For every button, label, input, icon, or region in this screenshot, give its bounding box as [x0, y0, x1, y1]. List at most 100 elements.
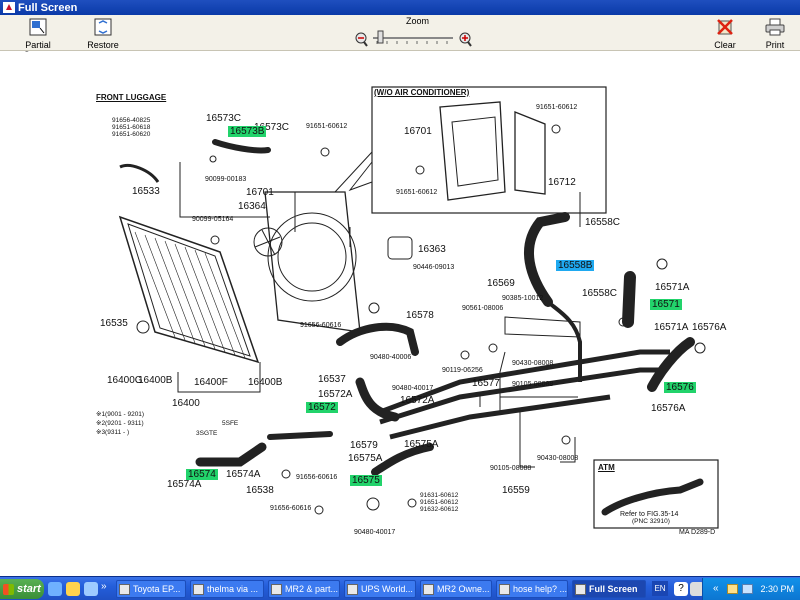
- part-label: 16364: [238, 201, 266, 212]
- partial-screen-icon: [10, 18, 66, 38]
- window-icon: [499, 583, 510, 595]
- part-label: 16400B: [138, 375, 173, 386]
- part-label: 90105-08088: [490, 465, 532, 472]
- part-label: 90099-00183: [205, 176, 247, 183]
- taskbar-item-label: MR2 Owne...: [437, 584, 490, 594]
- part-label: 91651-60612: [536, 104, 578, 111]
- taskbar-item-label: UPS World...: [361, 584, 413, 594]
- part-label: 91656-60616: [300, 322, 342, 329]
- restore-label: Restore: [87, 40, 119, 50]
- part-label: 16712: [548, 177, 576, 188]
- part-label: 16538: [246, 485, 274, 496]
- part-label: 16574A: [226, 469, 261, 480]
- part-label: 91651-60612: [306, 123, 348, 130]
- taskbar-item[interactable]: thelma via ...: [190, 580, 264, 598]
- restore-icon: [86, 18, 120, 38]
- part-label: 90561-08006: [462, 305, 504, 312]
- overflow-chevron-icon[interactable]: »: [101, 581, 107, 592]
- printer-icon: [760, 18, 790, 38]
- windows-logo-icon: [3, 583, 14, 595]
- part-label: 91651-60612: [396, 189, 438, 196]
- zoom-label: Zoom: [406, 16, 430, 26]
- part-label: 16400: [172, 398, 200, 409]
- part-label: 91656-60616: [270, 505, 312, 512]
- taskbar-item-label: hose help? ...: [513, 584, 568, 594]
- print-button[interactable]: Print: [760, 18, 790, 50]
- window-icon: [575, 583, 586, 595]
- zoom-slider[interactable]: [353, 28, 477, 50]
- part-label: 90430-08008: [537, 455, 579, 462]
- folder-icon[interactable]: [66, 582, 80, 596]
- part-label: 16578: [406, 310, 434, 321]
- part-label: 91651-60612: [420, 499, 459, 506]
- taskbar-item[interactable]: Toyota EP...: [116, 580, 186, 598]
- taskbar-item[interactable]: MR2 & part...: [268, 580, 340, 598]
- clear-button[interactable]: Clear: [710, 18, 740, 50]
- highlighted-part-label: 16572: [306, 402, 338, 413]
- atm-heading: ATM: [598, 463, 615, 472]
- pnc-note: (PNC 32910): [632, 518, 670, 525]
- highlighted-part-label: 16576: [664, 382, 696, 393]
- print-label: Print: [765, 40, 785, 50]
- highlighted-part-label: 16558B: [556, 260, 595, 271]
- part-label: 16559: [502, 485, 530, 496]
- tray-app-icon[interactable]: [727, 584, 738, 594]
- part-label: 16572A: [400, 395, 435, 406]
- language-indicator[interactable]: EN: [652, 581, 668, 596]
- part-label: 16569: [487, 278, 515, 289]
- highlighted-part-label: 16571: [650, 299, 682, 310]
- ie-icon[interactable]: [48, 582, 62, 596]
- part-label: 91632-60612: [420, 506, 459, 513]
- part-label: 90480-40017: [392, 385, 434, 392]
- part-label: 16574A: [167, 479, 202, 490]
- part-label: 16533: [132, 186, 160, 197]
- part-label: 91651-60620: [112, 131, 151, 138]
- figure-code: MA D289-D: [679, 529, 716, 536]
- part-label: 16572A: [318, 389, 353, 400]
- desktop-icon[interactable]: [84, 582, 98, 596]
- window-icon: [119, 583, 130, 595]
- footnote-engine: 5SFE: [222, 420, 239, 427]
- part-label: 90480-40006: [370, 354, 412, 361]
- zoom-in-icon: [459, 32, 472, 47]
- part-label: 16558C: [582, 288, 618, 299]
- taskbar-item-active[interactable]: Full Screen: [572, 580, 646, 598]
- taskbar-item[interactable]: hose help? ...: [496, 580, 568, 598]
- part-label: 90446-09013: [413, 264, 455, 271]
- wo-ac-heading: (W/O AIR CONDITIONER): [374, 88, 470, 97]
- part-label: 90099-05164: [192, 216, 234, 223]
- window-title-bar: Full Screen: [0, 0, 800, 15]
- toolbar: Partial Screen Restore Zoom Clear Print: [0, 15, 800, 60]
- taskbar-item[interactable]: MR2 Owne...: [420, 580, 492, 598]
- part-label: 16573C: [206, 113, 242, 124]
- part-label: 16363: [418, 244, 446, 255]
- window-icon: [271, 583, 282, 595]
- zoom-out-icon: [355, 32, 368, 47]
- part-label: 16577: [472, 378, 500, 389]
- taskbar-item[interactable]: UPS World...: [344, 580, 416, 598]
- diagram-viewport[interactable]: FRONT LUGGAGE (W/O AIR CONDITIONER) 1657…: [0, 52, 800, 574]
- highlighted-part-label: 16573B: [228, 126, 267, 137]
- part-label: 90430-08008: [512, 360, 554, 367]
- help-icon[interactable]: ?: [674, 582, 688, 596]
- taskbar-item-label: Toyota EP...: [133, 584, 181, 594]
- part-label: 91631-60612: [420, 492, 459, 499]
- part-label: 91656-40825: [112, 117, 151, 124]
- footnote-engine: 3SGTE: [196, 430, 218, 437]
- start-button[interactable]: start: [0, 579, 44, 599]
- part-label: 91656-60616: [296, 474, 338, 481]
- part-label: 16575A: [348, 453, 383, 464]
- part-label: 90119-06256: [442, 367, 483, 374]
- highlighted-part-label: 16575: [350, 475, 382, 486]
- footnote: ※2(9201 - 9311): [96, 420, 144, 427]
- taskbar: start » Toyota EP... thelma via ... MR2 …: [0, 576, 800, 600]
- window-icon: [423, 583, 434, 595]
- footnote: ※3(9311 - ): [96, 429, 130, 436]
- tray-expand-icon[interactable]: «: [713, 583, 719, 594]
- speaker-icon[interactable]: [742, 584, 753, 594]
- part-label: 16400B: [248, 377, 283, 388]
- part-label: 90105-08088: [512, 381, 554, 388]
- part-label: 16535: [100, 318, 128, 329]
- restore-button[interactable]: Restore: [86, 18, 120, 50]
- taskbar-item-label: thelma via ...: [207, 584, 259, 594]
